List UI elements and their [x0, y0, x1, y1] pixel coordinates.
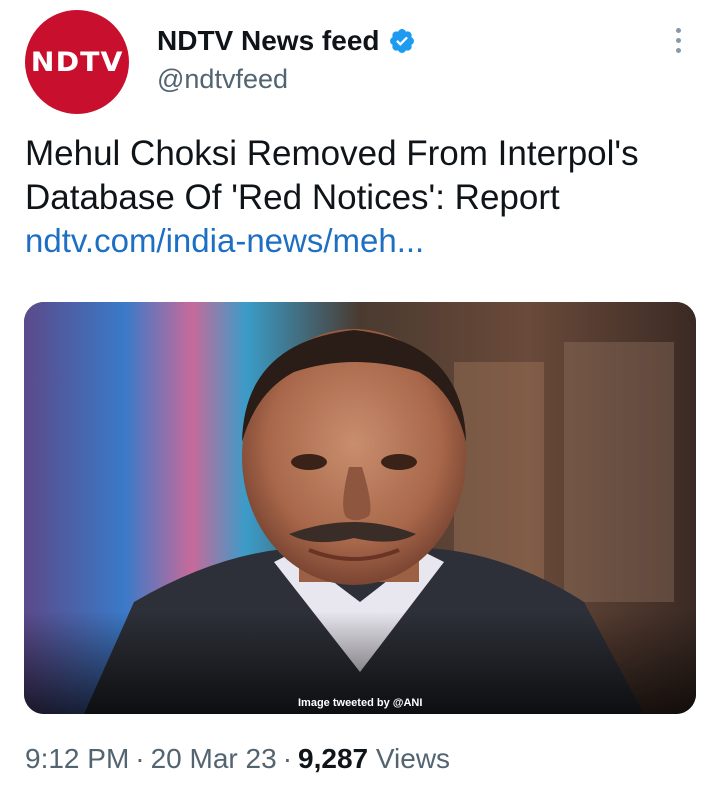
author-display-name[interactable]: NDTV News feed	[157, 25, 380, 57]
verified-badge-icon	[389, 29, 414, 53]
separator-dot: ·	[135, 743, 145, 774]
author-avatar[interactable]: NDTV	[25, 10, 129, 114]
tweet-text: Mehul Choksi Removed From Interpol's Dat…	[25, 134, 639, 217]
tweet-metadata: 9:12 PM · 20 Mar 23 · 9,287 Views	[25, 743, 450, 775]
tweet-time[interactable]: 9:12 PM	[25, 743, 129, 774]
author-handle[interactable]: @ndtvfeed	[157, 64, 288, 95]
more-options-icon[interactable]	[672, 28, 684, 58]
views-count: 9,287	[298, 743, 369, 774]
tweet-date[interactable]: 20 Mar 23	[151, 743, 277, 774]
author-name-row: NDTV News feed	[157, 25, 416, 57]
tweet-media-image[interactable]	[24, 302, 696, 714]
image-credit: Image tweeted by @ANI	[298, 697, 423, 709]
avatar-logo-text: NDTV	[30, 46, 124, 78]
separator-dot: ·	[282, 743, 293, 774]
photo-illustration	[24, 302, 696, 714]
article-link[interactable]: ndtv.com/india-news/meh...	[25, 222, 424, 260]
views-label: Views	[375, 743, 451, 774]
